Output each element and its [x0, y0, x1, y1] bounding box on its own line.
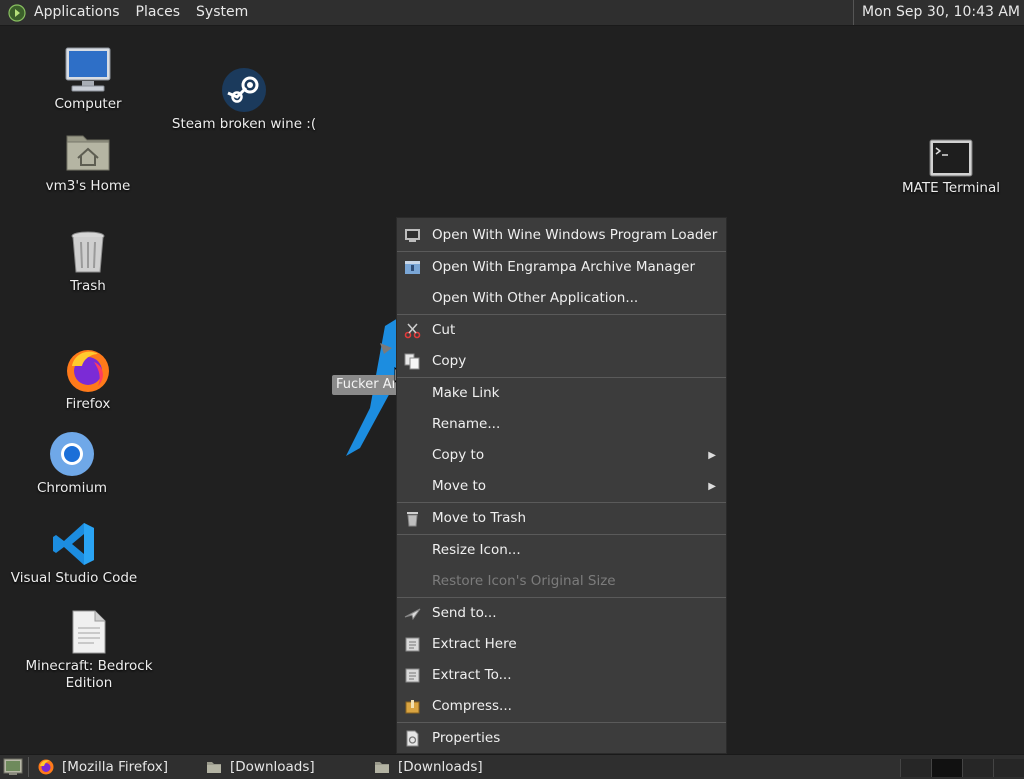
icon-label: Minecraft: Bedrock Edition — [25, 658, 153, 691]
panel-separator — [28, 757, 29, 777]
taskbar-item-downloads-2[interactable]: [Downloads] — [374, 756, 483, 778]
archive-manager-icon — [405, 261, 420, 274]
vscode-icon — [53, 523, 94, 565]
taskbar-item-label: [Downloads] — [230, 759, 315, 775]
menu-item-label: Open With Wine Windows Program Loader — [432, 227, 718, 243]
menu-item-extract-here[interactable]: Extract Here — [397, 629, 726, 660]
menu-item-open-with-other[interactable]: Open With Other Application... — [397, 283, 726, 314]
menu-item-label: Rename... — [432, 416, 501, 432]
submenu-arrow-icon: ▶ — [708, 450, 716, 461]
chromium-icon — [50, 432, 94, 476]
desktop-icon-chromium[interactable]: Chromium — [32, 430, 112, 497]
terminal-icon — [929, 139, 973, 177]
menu-item-label: Extract To... — [432, 667, 512, 683]
bottom-panel: [Mozilla Firefox] [Downloads] [Downloads… — [0, 754, 1024, 779]
show-desktop-icon[interactable] — [3, 758, 23, 776]
menu-item-restore-icon-size: Restore Icon's Original Size — [397, 566, 726, 597]
top-panel: Applications Places System Mon Sep 30, 1… — [0, 0, 1024, 26]
menu-item-label: Resize Icon... — [432, 542, 521, 558]
desktop-icon-vscode[interactable]: Visual Studio Code — [10, 520, 138, 587]
menu-item-compress[interactable]: Compress... — [397, 691, 726, 722]
menu-item-label: Open With Engrampa Archive Manager — [432, 259, 696, 275]
desktop-icon-terminal[interactable]: MATE Terminal — [896, 138, 1006, 197]
context-menu: Open With Wine Windows Program Loader Op… — [396, 217, 727, 754]
extract-icon — [405, 637, 420, 652]
menu-item-label: Copy — [432, 353, 467, 369]
taskbar-item-downloads-1[interactable]: [Downloads] — [206, 756, 315, 778]
icon-label: Chromium — [36, 480, 108, 496]
menu-item-send-to[interactable]: Send to... — [397, 598, 726, 629]
properties-icon — [406, 730, 419, 747]
compress-icon — [405, 700, 420, 714]
menu-item-move-to[interactable]: Move to ▶ — [397, 471, 726, 502]
places-menu[interactable]: Places — [128, 0, 189, 25]
menu-item-label: Restore Icon's Original Size — [432, 573, 616, 589]
menu-item-label: Properties — [432, 730, 501, 746]
menu-item-label: Move to Trash — [432, 510, 527, 526]
icon-label: Trash — [70, 278, 106, 294]
desktop-icon-trash[interactable]: Trash — [48, 228, 128, 295]
workspace-switcher[interactable] — [900, 759, 1024, 777]
menu-item-resize-icon[interactable]: Resize Icon... — [397, 535, 726, 566]
home-folder-icon — [66, 135, 110, 171]
send-icon — [404, 608, 421, 621]
menu-item-extract-to[interactable]: Extract To... — [397, 660, 726, 691]
steam-icon — [222, 68, 266, 112]
copy-icon — [404, 353, 420, 370]
icon-label: vm3's Home — [45, 178, 131, 194]
icon-label: MATE Terminal — [902, 180, 1000, 196]
firefox-icon — [38, 759, 54, 775]
workspace-3[interactable] — [962, 759, 993, 777]
taskbar-item-label: [Downloads] — [398, 759, 483, 775]
menu-item-copy-to[interactable]: Copy to ▶ — [397, 440, 726, 471]
workspace-1[interactable] — [900, 759, 931, 777]
menu-item-properties[interactable]: Properties — [397, 723, 726, 754]
taskbar-item-firefox[interactable]: [Mozilla Firefox] — [38, 756, 168, 778]
icon-label: Steam broken wine :( — [171, 116, 317, 132]
document-icon — [72, 610, 106, 654]
folder-icon — [375, 762, 389, 773]
workspace-2[interactable] — [931, 759, 962, 777]
menu-item-label: Extract Here — [432, 636, 517, 652]
menu-item-cut[interactable]: Cut — [397, 315, 726, 346]
icon-label: Visual Studio Code — [10, 570, 138, 586]
menu-item-rename[interactable]: Rename... — [397, 409, 726, 440]
menu-item-label: Open With Other Application... — [432, 290, 639, 306]
desktop-icon-computer[interactable]: Computer — [48, 46, 128, 113]
menu-item-open-with-wine[interactable]: Open With Wine Windows Program Loader — [397, 220, 726, 251]
menu-item-move-to-trash[interactable]: Move to Trash — [397, 503, 726, 534]
menu-item-copy[interactable]: Copy — [397, 346, 726, 377]
wine-icon — [405, 229, 420, 242]
desktop-icon-firefox[interactable]: Firefox — [48, 346, 128, 413]
system-menu[interactable]: System — [188, 0, 256, 25]
menu-item-label: Move to — [432, 478, 487, 494]
desktop-icon-home[interactable]: vm3's Home — [38, 128, 138, 195]
workspace-4[interactable] — [993, 759, 1024, 777]
menu-item-label: Send to... — [432, 605, 497, 621]
submenu-arrow-icon: ▶ — [708, 481, 716, 492]
folder-icon — [207, 762, 221, 773]
menu-item-label: Compress... — [432, 698, 512, 714]
desktop-icon-steam[interactable]: Steam broken wine :( — [171, 66, 317, 133]
firefox-icon — [67, 350, 109, 392]
trash-icon — [71, 231, 105, 273]
menu-item-label: Cut — [432, 322, 456, 338]
computer-icon — [65, 47, 111, 92]
icon-label: Computer — [54, 96, 122, 112]
trash-icon — [407, 512, 418, 527]
menu-item-open-with-engrampa[interactable]: Open With Engrampa Archive Manager — [397, 252, 726, 283]
scissors-icon — [404, 323, 421, 339]
desktop-icon-minecraft[interactable]: Minecraft: Bedrock Edition — [24, 608, 154, 692]
taskbar-item-label: [Mozilla Firefox] — [62, 759, 169, 775]
menu-item-label: Make Link — [432, 385, 500, 401]
menu-item-make-link[interactable]: Make Link — [397, 378, 726, 409]
applications-menu[interactable]: Applications — [30, 0, 128, 25]
menu-item-label: Copy to — [432, 447, 485, 463]
icon-label: Firefox — [65, 396, 111, 412]
extract-icon — [405, 668, 420, 683]
mate-logo-icon[interactable] — [8, 3, 26, 22]
clock[interactable]: Mon Sep 30, 10:43 AM — [853, 0, 1024, 25]
